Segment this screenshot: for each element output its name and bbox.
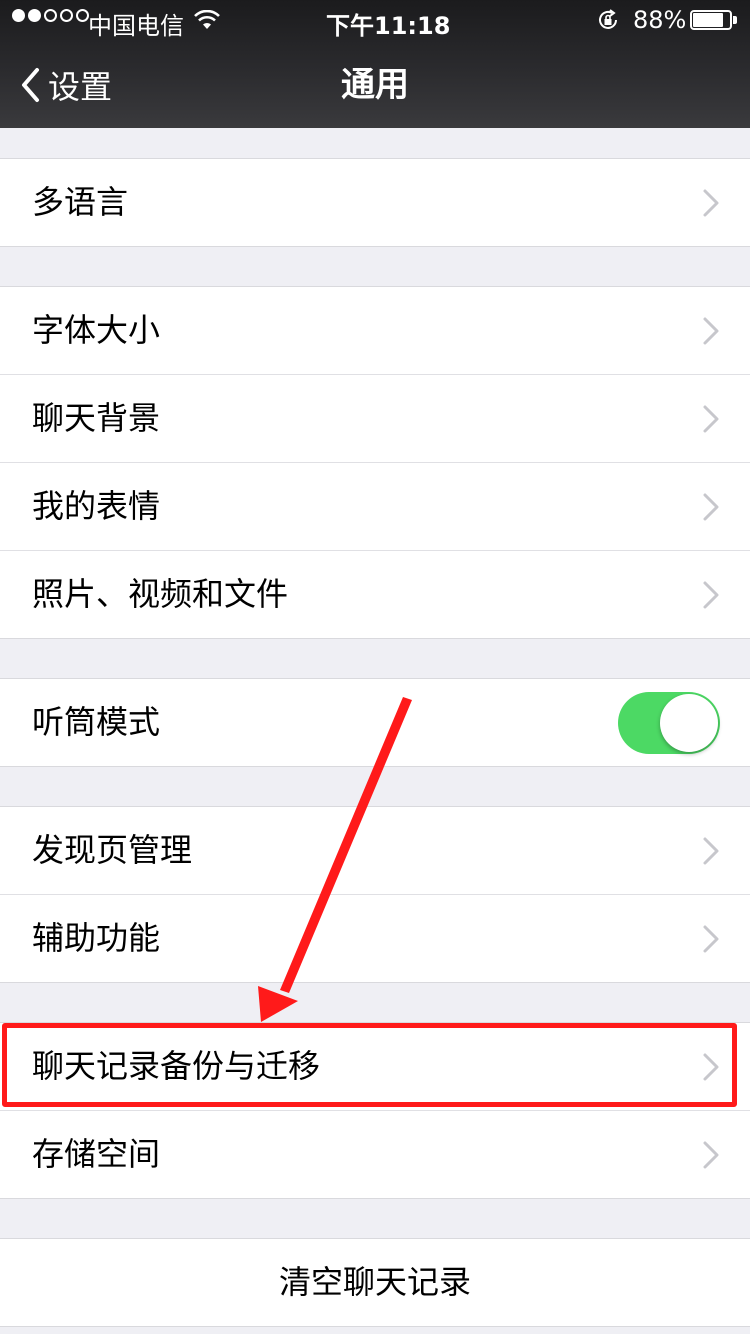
settings-row-media-files[interactable]: 照片、视频和文件 (0, 550, 750, 638)
settings-row-accessibility[interactable]: 辅助功能 (0, 894, 750, 982)
settings-row-language[interactable]: 多语言 (0, 159, 750, 246)
toggle-knob (660, 694, 718, 752)
wifi-icon (194, 8, 220, 36)
page-title: 通用 (341, 65, 409, 105)
settings-group-earpiece: 听筒模式 (0, 678, 750, 767)
earpiece-mode-toggle[interactable] (618, 692, 720, 754)
rotation-lock-icon (596, 8, 620, 38)
row-label: 字体大小 (32, 311, 161, 349)
settings-row-font-size[interactable]: 字体大小 (0, 287, 750, 374)
row-label: 照片、视频和文件 (32, 575, 289, 613)
settings-row-storage[interactable]: 存储空间 (0, 1110, 750, 1198)
row-label: 辅助功能 (32, 919, 161, 957)
settings-group-display: 字体大小 聊天背景 我的表情 照片、视频和文件 (0, 286, 750, 639)
chevron-right-icon (703, 925, 719, 953)
chevron-right-icon (703, 405, 719, 433)
settings-group-discover: 发现页管理 辅助功能 (0, 806, 750, 983)
chevron-right-icon (703, 493, 719, 521)
settings-group-clear: 清空聊天记录 (0, 1238, 750, 1327)
chevron-right-icon (703, 189, 719, 217)
chevron-right-icon (703, 581, 719, 609)
row-label: 多语言 (32, 183, 129, 221)
back-button[interactable]: 设置 (20, 60, 112, 110)
back-button-label: 设置 (48, 68, 113, 106)
row-label: 聊天背景 (32, 399, 161, 437)
highlight-box (2, 1023, 737, 1107)
row-label: 存储空间 (32, 1135, 161, 1173)
top-bar: 中国电信 下午11:18 88% 设置 通用 (0, 0, 750, 128)
carrier-name: 中国电信 (88, 12, 184, 40)
clear-chat-history-button[interactable]: 清空聊天记录 (0, 1239, 750, 1326)
row-label: 我的表情 (32, 487, 161, 525)
row-label: 听筒模式 (32, 703, 161, 741)
settings-row-earpiece-mode: 听筒模式 (0, 679, 750, 766)
chevron-right-icon (703, 1141, 719, 1169)
settings-row-chat-background[interactable]: 聊天背景 (0, 374, 750, 462)
chevron-right-icon (703, 317, 719, 345)
status-bar: 中国电信 下午11:18 88% (0, 0, 750, 40)
chevron-left-icon (22, 68, 39, 102)
settings-row-discover-management[interactable]: 发现页管理 (0, 807, 750, 894)
settings-row-my-stickers[interactable]: 我的表情 (0, 462, 750, 550)
clear-chat-history-label: 清空聊天记录 (278, 1263, 471, 1301)
battery-percent: 88% (633, 6, 687, 34)
battery-icon (690, 10, 738, 32)
chevron-right-icon (703, 837, 719, 865)
signal-strength-icon (12, 9, 89, 22)
settings-group-language: 多语言 (0, 158, 750, 247)
status-time: 下午11:18 (326, 12, 451, 40)
row-label: 发现页管理 (32, 831, 193, 869)
